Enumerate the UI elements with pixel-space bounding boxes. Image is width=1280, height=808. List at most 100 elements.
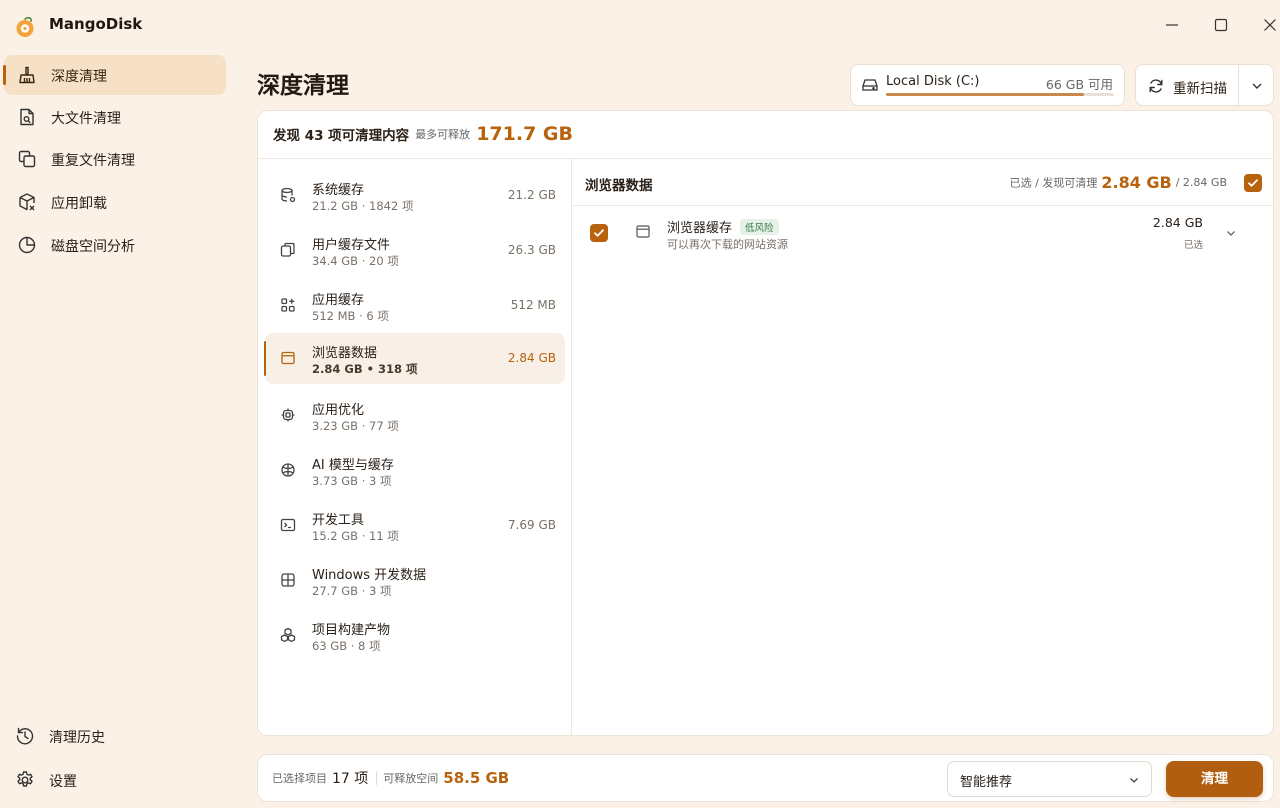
chevron-down-icon [1128, 774, 1140, 786]
category-meta: 63 GB · 8 项 [312, 639, 381, 653]
category-size: 7.69 GB [507, 518, 556, 532]
browser-icon [636, 225, 650, 238]
sidebar-item-deep-clean[interactable]: 深度清理 [3, 55, 226, 95]
sidebar-item-label: 磁盘空间分析 [51, 239, 135, 255]
select-all-checkbox[interactable] [1244, 174, 1262, 192]
maximize-icon[interactable] [1211, 15, 1231, 35]
chevron-down-icon[interactable] [1250, 79, 1264, 93]
item-checkbox[interactable] [590, 224, 608, 242]
detail-summary: 已选 / 发现可清理 2.84 GB/ 2.84 GB [1010, 173, 1227, 192]
cleanup-item-row[interactable]: 浏览器缓存 低风险 可以再次下载的网站资源 2.84 GB 已选 [572, 207, 1273, 257]
item-description: 可以再次下载的网站资源 [667, 238, 788, 251]
history-icon [15, 726, 35, 746]
clean-button[interactable]: 清理 [1166, 761, 1263, 797]
minimize-icon[interactable] [1162, 15, 1182, 35]
category-meta: 512 MB · 6 项 [312, 309, 389, 323]
sidebar-item-disk-analysis[interactable]: 磁盘空间分析 [4, 225, 226, 265]
category-meta: 2.84 GB • 318 项 [312, 362, 418, 376]
selected-size: 2.84 GB [1101, 173, 1172, 192]
chevron-down-icon[interactable] [1225, 227, 1237, 239]
pie-chart-icon [17, 235, 37, 255]
brain-icon [280, 462, 296, 478]
summary-sub: 最多可释放 [415, 128, 471, 141]
detail-title: 浏览器数据 [585, 178, 653, 194]
category-item-ai-models[interactable]: AI 模型与缓存 3.73 GB · 3 项 [265, 445, 565, 496]
category-name: 应用优化 [312, 403, 365, 418]
disk-usage-bar [886, 93, 1114, 96]
category-item-user-cache[interactable]: 用户缓存文件 34.4 GB · 20 项 26.3 GB [265, 225, 565, 276]
app-title: MangoDisk [49, 15, 143, 33]
summary-size: 171.7 GB [476, 123, 573, 145]
duplicate-icon [17, 149, 37, 169]
category-item-windows-dev[interactable]: Windows 开发数据 27.7 GB · 3 项 [265, 555, 565, 606]
sidebar-item-label: 重复文件清理 [51, 153, 135, 169]
divider [258, 158, 1273, 159]
category-name: 用户缓存文件 [312, 238, 391, 253]
item-name: 浏览器缓存 低风险 [667, 217, 779, 236]
summary-text: 发现 43 项可清理内容 [273, 128, 410, 144]
category-meta: 15.2 GB · 11 项 [312, 529, 399, 543]
item-name-text: 浏览器缓存 [667, 221, 733, 236]
selected-items-count: 17 项 [332, 771, 369, 787]
sidebar-item-history[interactable]: 清理历史 [4, 718, 226, 754]
category-size: 21.2 GB [507, 188, 556, 202]
package-remove-icon [17, 192, 37, 212]
checkmark-icon [594, 229, 604, 237]
category-meta: 34.4 GB · 20 项 [312, 254, 399, 268]
category-name: 浏览器数据 [312, 346, 378, 361]
disk-selector[interactable]: Local Disk (C:) 66 GB 可用 [850, 64, 1125, 106]
sidebar-item-label: 清理历史 [49, 730, 105, 746]
gear-icon [15, 770, 35, 790]
sidebar-item-settings[interactable]: 设置 [4, 762, 226, 798]
disk-free-space: 66 GB 可用 [1045, 77, 1113, 92]
windows-icon [280, 572, 296, 588]
category-size: 26.3 GB [507, 243, 556, 257]
apps-icon [280, 297, 296, 313]
disk-name: Local Disk (C:) [886, 74, 980, 89]
sidebar-item-large-files[interactable]: 大文件清理 [4, 97, 226, 137]
category-item-app-cache[interactable]: 应用缓存 512 MB · 6 项 512 MB [265, 280, 565, 331]
category-name: AI 模型与缓存 [312, 458, 394, 473]
clean-mode-select[interactable]: 智能推荐 [947, 761, 1152, 797]
release-space-size: 58.5 GB [443, 769, 510, 787]
close-icon[interactable] [1260, 15, 1280, 35]
category-item-dev-tools[interactable]: 开发工具 15.2 GB · 11 项 7.69 GB [265, 500, 565, 551]
divider [1238, 65, 1239, 105]
refresh-icon [1148, 78, 1164, 94]
category-size: 512 MB [510, 298, 556, 312]
category-name: Windows 开发数据 [312, 568, 427, 583]
rescan-button[interactable]: 重新扫描 [1135, 64, 1274, 106]
item-size: 2.84 GB [1152, 215, 1203, 230]
divider [376, 771, 378, 785]
item-state: 已选 [1183, 240, 1203, 251]
category-item-system-cache[interactable]: 系统缓存 21.2 GB · 1842 项 21.2 GB [265, 170, 565, 221]
selected-items-label: 已选择项目 [272, 772, 327, 785]
category-size: 2.84 GB [507, 351, 556, 365]
category-item-build-artifacts[interactable]: 项目构建产物 63 GB · 8 项 [265, 610, 565, 661]
risk-badge: 低风险 [740, 219, 779, 235]
category-item-browser-data[interactable]: 浏览器数据 2.84 GB • 318 项 2.84 GB [264, 333, 565, 384]
selected-label: 已选 / 发现可清理 [1009, 176, 1098, 190]
terminal-icon [280, 517, 296, 533]
scan-summary: 发现 43 项可清理内容 最多可释放 171.7 GB [273, 123, 573, 149]
release-space-label: 可释放空间 [383, 772, 439, 785]
sidebar-item-label: 应用卸载 [51, 196, 107, 212]
cubes-icon [280, 627, 296, 643]
category-name: 应用缓存 [312, 293, 365, 308]
browser-icon [280, 350, 296, 366]
copy-icon [280, 242, 296, 258]
hard-drive-icon [862, 78, 878, 92]
action-bar: 已选择项目 17 项 可释放空间 58.5 GB 智能推荐 清理 [257, 754, 1274, 802]
results-panel: 发现 43 项可清理内容 最多可释放 171.7 GB 系统缓存 21.2 GB ·… [257, 110, 1274, 736]
rescan-label: 重新扫描 [1173, 81, 1227, 97]
category-item-app-optimization[interactable]: 应用优化 3.23 GB · 77 项 [265, 390, 565, 441]
sidebar-item-uninstall[interactable]: 应用卸载 [4, 182, 226, 222]
divider [572, 205, 1273, 206]
active-indicator [3, 65, 6, 85]
clean-mode-value: 智能推荐 [960, 775, 1013, 790]
page-title: 深度清理 [257, 73, 349, 99]
sidebar-item-label: 大文件清理 [51, 111, 121, 127]
category-name: 开发工具 [312, 513, 365, 528]
sidebar-item-duplicates[interactable]: 重复文件清理 [4, 139, 226, 179]
chip-icon [280, 407, 296, 423]
